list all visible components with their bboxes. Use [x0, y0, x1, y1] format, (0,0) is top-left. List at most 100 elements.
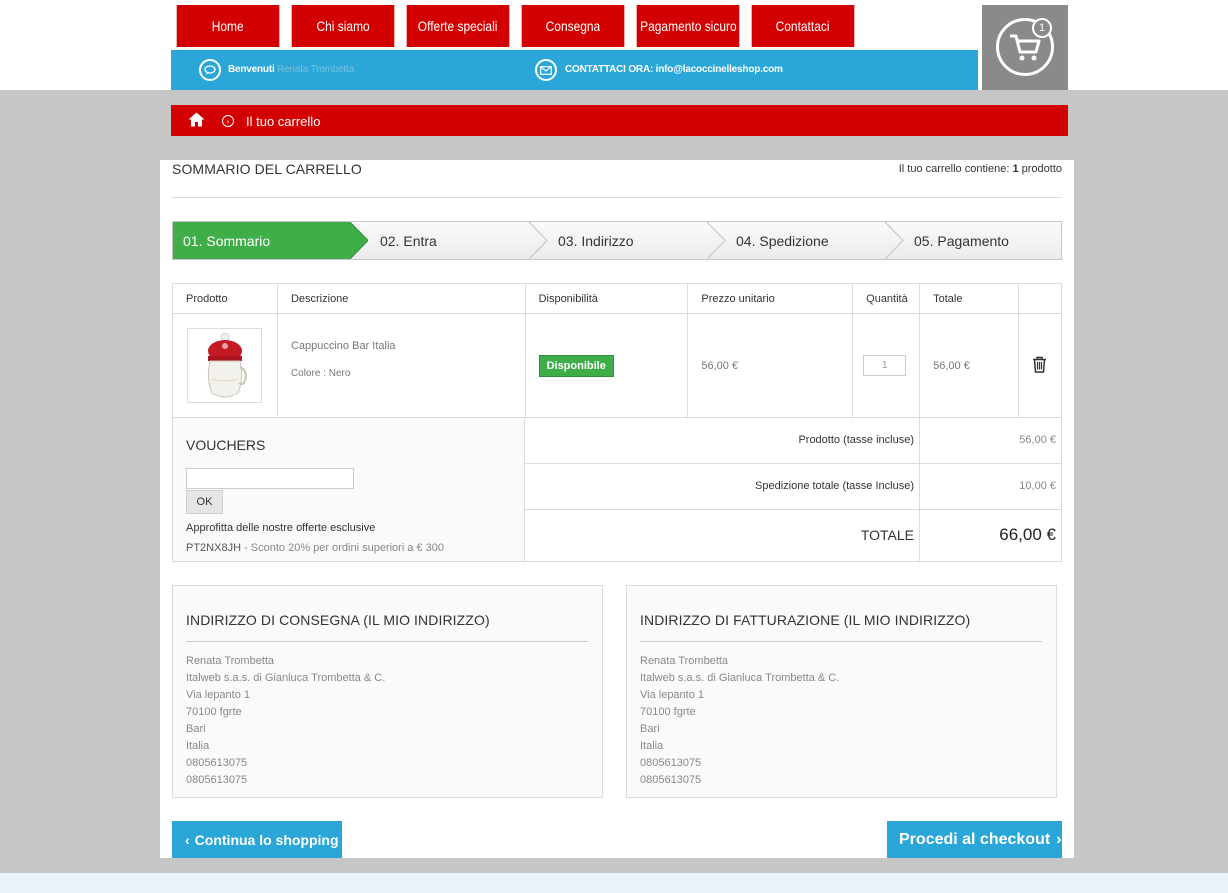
continue-shopping-label: Continua lo shopping — [194, 831, 339, 848]
row-total: 56,00 € — [919, 313, 1019, 418]
col-prodotto: Prodotto — [172, 283, 278, 314]
user-name[interactable]: Renata Trombetta — [277, 64, 354, 75]
chevron-right-icon: › — [1056, 830, 1062, 848]
col-delete — [1017, 283, 1063, 314]
step-label: 04. Spedizione — [736, 232, 829, 249]
grand-total-label: TOTALE — [860, 527, 914, 543]
shipping-total-label: Spedizione totale (tasse Incluse) — [755, 480, 914, 492]
quantity-input[interactable]: 1 — [863, 355, 907, 376]
info-bar: Benvenuti Renata Trombetta CONTATTACI OR… — [171, 50, 978, 90]
step-arrow — [706, 222, 726, 259]
product-description-cell: Cappuccino Bar Italia Colore : Nero — [276, 313, 526, 418]
product-image[interactable] — [187, 328, 262, 403]
divider — [186, 641, 588, 642]
step-label: 02. Entra — [380, 232, 437, 249]
billing-address-box: INDIRIZZO DI FATTURAZIONE (IL MIO INDIRI… — [626, 585, 1057, 798]
nav-home[interactable]: Home — [176, 5, 280, 47]
step-label: 03. Indirizzo — [558, 232, 634, 249]
main-nav: Home Chi siamo Offerte speciali Consegna… — [171, 5, 861, 47]
voucher-input[interactable] — [186, 468, 354, 489]
address-line: Italweb s.a.s. di Gianluca Trombetta & C… — [640, 672, 840, 684]
shipping-total-row: Spedizione totale (tasse Incluse) 10,00 … — [525, 464, 1062, 510]
nav-consegna[interactable]: Consegna — [521, 5, 625, 47]
checkout-steps: 01. Sommario 02. Entra 03. Indirizzo 04.… — [172, 221, 1062, 260]
checkout-button[interactable]: Procedi al checkout › — [887, 821, 1062, 858]
cart-count-badge: 1 — [1032, 18, 1052, 38]
product-image-cell — [172, 313, 278, 418]
voucher-code-description: - Sconto 20% per ordini superiori a € 30… — [241, 542, 445, 554]
nav-offerte-speciali[interactable]: Offerte speciali — [406, 5, 510, 47]
shipping-total-value: 10,00 € — [1019, 480, 1056, 492]
contact-email[interactable]: CONTATTACI ORA: info@lacoccinelleshop.co… — [565, 64, 783, 75]
vouchers-box: VOUCHERS OK Approfitta delle nostre offe… — [173, 418, 525, 561]
address-line: Via lepanto 1 — [186, 689, 251, 701]
cart-table: Prodotto Descrizione Disponibilità Prezz… — [172, 283, 1063, 418]
trash-icon[interactable] — [1032, 356, 1047, 373]
product-name[interactable]: Cappuccino Bar Italia — [291, 340, 525, 352]
nav-chi-siamo[interactable]: Chi siamo — [291, 5, 395, 47]
voucher-code-line: PT2NX8JH - Sconto 20% per ordini superio… — [186, 542, 444, 554]
address-line: 70100 fgrte — [640, 706, 696, 718]
grand-total-value: 66,00 € — [999, 525, 1056, 544]
breadcrumb-current: Il tuo carrello — [246, 114, 321, 129]
availability-badge: Disponibile — [538, 354, 614, 377]
col-descrizione: Descrizione — [276, 283, 526, 314]
address-line: Bari — [640, 723, 660, 735]
welcome-text: Benvenuti Renata Trombetta — [228, 64, 354, 75]
mail-icon — [535, 59, 557, 81]
column-divider — [919, 464, 920, 509]
step-pagamento[interactable]: 05. Pagamento — [914, 222, 1009, 259]
address-line: Bari — [186, 723, 206, 735]
step-entra[interactable]: 02. Entra — [380, 222, 437, 259]
step-arrow — [884, 222, 904, 259]
cart-count-prefix: Il tuo carrello contiene: — [898, 163, 1010, 175]
address-line: 70100 fgrte — [186, 706, 242, 718]
nav-label: Contattaci — [776, 18, 830, 34]
col-prezzo-unitario: Prezzo unitario — [687, 283, 854, 314]
delivery-address-lines: Renata Trombetta Italweb s.a.s. di Gianl… — [186, 653, 385, 789]
step-sommario: 01. Sommario — [173, 222, 350, 259]
address-line: Renata Trombetta — [186, 655, 275, 667]
voucher-ok-button[interactable]: OK — [186, 490, 223, 514]
products-total-row: Prodotto (tasse incluse) 56,00 € — [525, 418, 1062, 464]
cart-summary: VOUCHERS OK Approfitta delle nostre offe… — [172, 417, 1062, 562]
chat-icon — [199, 59, 221, 81]
column-divider — [919, 418, 920, 463]
step-arrow — [350, 222, 368, 259]
address-line: 0805613075 — [186, 774, 248, 786]
address-line: 0805613075 — [640, 774, 702, 786]
nav-label: Pagamento sicuro — [639, 18, 737, 34]
breadcrumb: › Il tuo carrello — [171, 105, 1068, 136]
divider — [172, 197, 1062, 198]
step-indirizzo[interactable]: 03. Indirizzo — [558, 222, 633, 259]
delivery-address-box: INDIRIZZO DI CONSEGNA (IL MIO INDIRIZZO)… — [172, 585, 603, 798]
checkout-label: Procedi al checkout — [899, 830, 1051, 848]
nav-contattaci[interactable]: Contattaci — [751, 5, 855, 47]
nav-label: Offerte speciali — [418, 18, 498, 34]
home-icon[interactable] — [188, 112, 205, 130]
address-line: Via lepanto 1 — [640, 689, 705, 701]
continue-shopping-button[interactable]: ‹ Continua lo shopping — [172, 821, 342, 858]
unit-price: 56,00 € — [687, 313, 854, 418]
step-spedizione[interactable]: 04. Spedizione — [736, 222, 829, 259]
page-title: SOMMARIO DEL CARRELLO — [172, 161, 362, 177]
chevron-right-icon: › — [222, 115, 234, 127]
address-line: Italia — [186, 740, 210, 752]
product-attribute: Colore : Nero — [290, 368, 351, 379]
voucher-offer-text: Approfitta delle nostre offerte esclusiv… — [186, 522, 376, 534]
cart-widget[interactable]: 1 — [982, 5, 1068, 90]
vouchers-title: VOUCHERS — [186, 437, 266, 453]
availability-cell: Disponibile — [524, 313, 689, 418]
divider — [640, 641, 1042, 642]
col-quantita: Quantità — [852, 283, 921, 314]
column-divider — [919, 510, 920, 561]
quantity-cell: 1 — [852, 313, 921, 418]
address-line: Italia — [640, 740, 664, 752]
billing-address-title: INDIRIZZO DI FATTURAZIONE (IL MIO INDIRI… — [640, 612, 971, 628]
billing-address-lines: Renata Trombetta Italweb s.a.s. di Gianl… — [640, 653, 839, 789]
nav-pagamento-sicuro[interactable]: Pagamento sicuro — [636, 5, 740, 47]
voucher-code[interactable]: PT2NX8JH — [186, 542, 241, 554]
delivery-address-title: INDIRIZZO DI CONSEGNA (IL MIO INDIRIZZO) — [186, 612, 490, 628]
delete-cell — [1017, 313, 1063, 418]
col-disponibilita: Disponibilità — [524, 283, 689, 314]
